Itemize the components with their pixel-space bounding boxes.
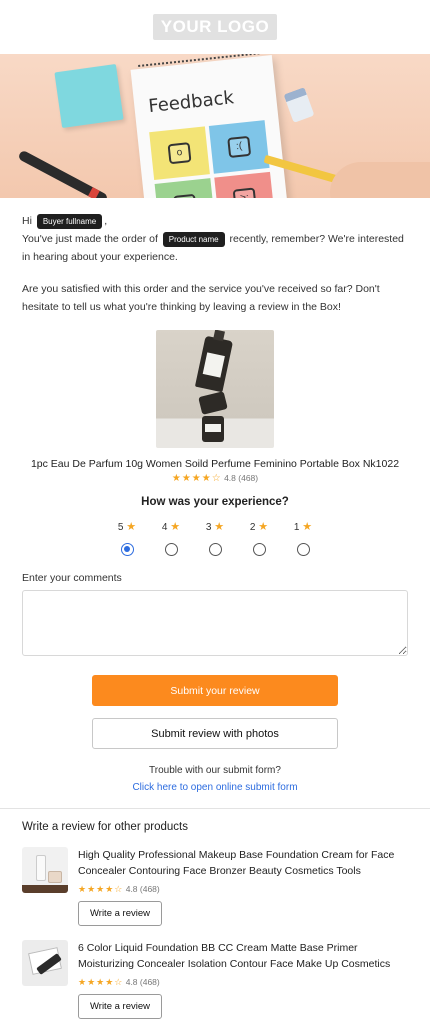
hand-graphic — [330, 162, 430, 198]
angry-face-icon: >: — [214, 171, 275, 198]
comments-label: Enter your comments — [22, 572, 122, 584]
product-image — [156, 330, 274, 448]
star-icon: ★ — [302, 521, 313, 533]
surprised-face-icon: o — [149, 126, 210, 180]
star-rating-icon: ★★★★☆ — [171, 473, 222, 484]
experience-rating-group: 5 ★ 4 ★ 3 ★ 2 ★ 1 ★ — [22, 520, 408, 556]
product-rating-text: 4.8 (468) — [224, 473, 259, 483]
open-online-form-link[interactable]: Click here to open online submit form — [22, 782, 408, 793]
feedback-notepad-graphic: Feedback o :( :) >: — [130, 54, 288, 198]
satisfaction-message: Are you satisfied with this order and th… — [22, 283, 380, 313]
rating-option-label: 2 ★ — [249, 521, 269, 533]
rating-3-radio[interactable] — [208, 543, 222, 556]
notepad-feedback-word: Feedback — [147, 87, 235, 118]
product-rating-text: 4.8 (468) — [125, 884, 160, 894]
rating-option-4[interactable]: 4 ★ — [159, 520, 183, 556]
star-rating-icon: ★★★★☆ — [78, 884, 124, 894]
perfume-bottle-graphic — [194, 335, 234, 393]
rating-5-radio[interactable] — [120, 543, 134, 556]
list-item: 6 Color Liquid Foundation BB CC Cream Ma… — [22, 940, 408, 1019]
product-name-tag: Product name — [162, 231, 225, 247]
submit-review-button[interactable]: Submit your review — [92, 675, 338, 706]
rating-4-radio[interactable] — [164, 543, 178, 556]
write-review-button[interactable]: Write a review — [78, 901, 162, 926]
sad-face-icon: :( — [208, 120, 270, 174]
company-logo: YOUR LOGO — [152, 14, 278, 40]
product-title: 1pc Eau De Parfum 10g Women Soild Perfum… — [30, 458, 400, 470]
rating-option-label: 1 ★ — [293, 521, 313, 533]
comments-textarea[interactable] — [22, 590, 408, 656]
trouble-text: Trouble with our submit form? — [149, 765, 281, 776]
pen-graphic — [17, 149, 109, 198]
submit-review-with-photos-button[interactable]: Submit review with photos — [92, 718, 338, 749]
product-rating: ★★★★☆ 4.8 (468) — [78, 977, 408, 988]
rating-option-1[interactable]: 1 ★ — [291, 520, 315, 556]
rating-option-3[interactable]: 3 ★ — [203, 520, 227, 556]
eraser-graphic — [283, 87, 315, 123]
perfume-jar-graphic — [202, 416, 224, 442]
rating-option-label: 5 ★ — [117, 521, 137, 533]
email-body: Hi Buyer fullname, You've just made the … — [0, 212, 430, 793]
product-rating: ★★★★☆ 4.8 (468) — [78, 884, 408, 895]
list-item: High Quality Professional Makeup Base Fo… — [22, 847, 408, 926]
order-message-prefix: You've just made the order of — [22, 233, 158, 245]
rating-option-label: 3 ★ — [205, 521, 225, 533]
star-icon: ★ — [258, 521, 269, 533]
rating-option-2[interactable]: 2 ★ — [247, 520, 271, 556]
product-name: 6 Color Liquid Foundation BB CC Cream Ma… — [78, 942, 391, 970]
sticky-note-graphic — [54, 63, 124, 129]
greeting-comma: , — [104, 215, 108, 227]
perfume-jar-graphic — [198, 391, 228, 415]
other-products-list: High Quality Professional Makeup Base Fo… — [0, 847, 430, 1019]
greeting: Hi Buyer fullname, You've just made the … — [22, 212, 408, 266]
other-products-title: Write a review for other products — [22, 821, 188, 833]
rating-1-radio[interactable] — [296, 543, 310, 556]
product-info: 6 Color Liquid Foundation BB CC Cream Ma… — [78, 940, 408, 1019]
product-info: High Quality Professional Makeup Base Fo… — [78, 847, 408, 926]
happy-face-icon: :) — [154, 178, 216, 198]
bottle-graphic — [36, 855, 46, 881]
star-icon: ★ — [126, 521, 137, 533]
product-rating-text: 4.8 (468) — [125, 977, 160, 987]
notepad-rings — [138, 54, 265, 71]
buyer-fullname-tag: Buyer fullname — [36, 213, 103, 229]
write-review-button[interactable]: Write a review — [78, 994, 162, 1019]
product-name: High Quality Professional Makeup Base Fo… — [78, 849, 395, 877]
rating-option-label: 4 ★ — [161, 521, 181, 533]
star-icon: ★ — [214, 521, 225, 533]
star-icon: ★ — [170, 521, 181, 533]
hero-banner-image: Feedback o :( :) >: — [0, 54, 430, 198]
rating-option-5[interactable]: 5 ★ — [115, 520, 139, 556]
header: YOUR LOGO — [0, 0, 430, 54]
greeting-hi: Hi — [22, 215, 32, 227]
surface-graphic — [22, 885, 68, 893]
product-thumbnail — [22, 847, 68, 893]
order-message: You've just made the order of Product na… — [22, 230, 408, 266]
experience-question: How was your experience? — [141, 496, 289, 508]
product-rating: ★★★★☆ 4.8 (468) — [22, 473, 408, 484]
rating-2-radio[interactable] — [252, 543, 266, 556]
product-thumbnail — [22, 940, 68, 986]
star-rating-icon: ★★★★☆ — [78, 977, 124, 987]
jar-graphic — [48, 871, 62, 883]
